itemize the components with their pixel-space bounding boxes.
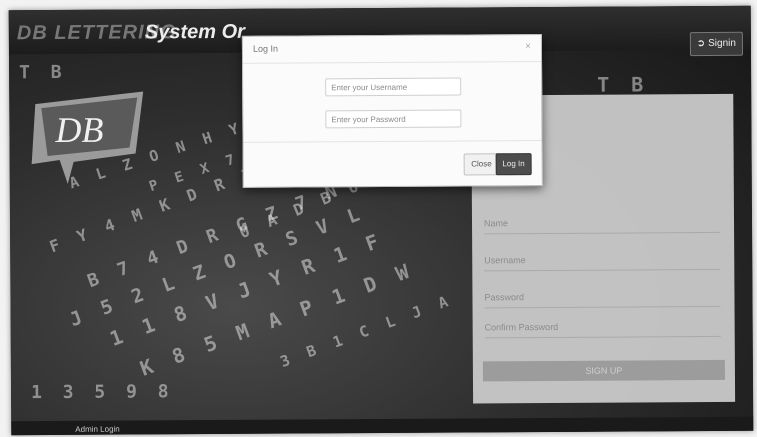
confirm-password-field[interactable]: Confirm Password (484, 315, 721, 339)
app-screen: T B A L Z O N H Y L P E X 7 R H A B F Y … (8, 5, 754, 436)
username-field[interactable]: Username (484, 248, 721, 272)
signin-button[interactable]: ➲ Signin (689, 31, 744, 57)
brand-name: System Or (144, 20, 245, 44)
signin-button-label: Signin (708, 37, 736, 49)
bg-letters-row: T B (19, 61, 67, 84)
password-field[interactable]: Password (484, 285, 721, 309)
username-input[interactable] (325, 77, 462, 97)
logo-text: DB (54, 110, 103, 150)
signup-button[interactable]: SIGN UP (482, 359, 725, 382)
login-modal: Log In × Close Log In (241, 34, 543, 188)
name-field[interactable]: Name (483, 211, 721, 235)
bg-letters-row: T B (597, 72, 649, 97)
admin-login-link[interactable]: Admin Login (75, 425, 120, 434)
login-button[interactable]: Log In (495, 153, 532, 176)
modal-footer: Close Log In (243, 140, 542, 187)
bg-letters-row: 1 3 5 9 8 (30, 381, 174, 404)
password-input[interactable] (325, 109, 462, 129)
modal-title: Log In (252, 43, 279, 54)
close-button[interactable]: Close (463, 153, 500, 176)
modal-header: Log In × (242, 35, 542, 64)
signin-icon: ➲ (696, 38, 706, 50)
close-icon[interactable]: × (525, 41, 531, 52)
db-logo: DB (31, 91, 144, 184)
